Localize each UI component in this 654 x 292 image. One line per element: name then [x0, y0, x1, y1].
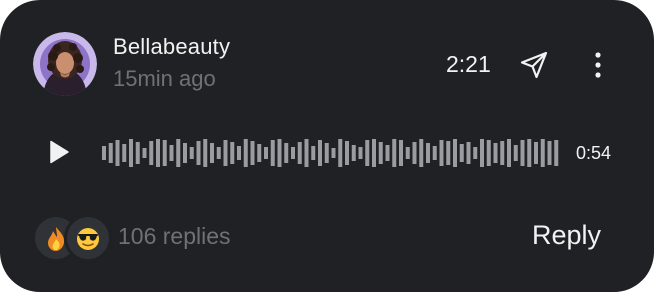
waveform-bar [169, 145, 174, 161]
waveform-bar [378, 142, 383, 164]
play-icon[interactable] [44, 137, 74, 167]
waveform-bar [345, 141, 349, 165]
waveform-bar [324, 143, 329, 163]
replies-count[interactable]: 106 replies [118, 223, 231, 250]
waveform-bar [297, 142, 302, 164]
waveform-bar [453, 139, 457, 167]
waveform-bar [257, 144, 262, 162]
waveform-bar [351, 145, 356, 161]
more-vertical-icon[interactable] [586, 49, 610, 81]
waveform-bar [277, 139, 282, 167]
waveform-bar [466, 142, 471, 164]
waveform-bar [547, 141, 552, 165]
waveform-bar [122, 144, 127, 162]
waveform-bar [500, 141, 505, 165]
waveform-bar [183, 143, 187, 163]
waveform-bar [480, 139, 484, 167]
waveform-bar [399, 140, 403, 166]
waveform-bar [507, 139, 511, 167]
waveform-bar [318, 140, 322, 166]
audio-waveform[interactable] [102, 133, 560, 173]
waveform-bar [432, 146, 437, 160]
message-duration: 2:21 [446, 51, 491, 77]
waveform-bar [554, 140, 559, 166]
waveform-bar [412, 142, 417, 164]
waveform-bar [149, 141, 154, 165]
waveform-bar [493, 143, 498, 163]
waveform-bar [203, 139, 208, 167]
username[interactable]: Bellabeauty [113, 34, 230, 60]
waveform-bar [216, 147, 221, 159]
waveform-bar [426, 143, 430, 163]
waveform-bar [311, 146, 316, 160]
reaction-sunglasses[interactable] [64, 214, 112, 262]
waveform-bar [513, 145, 518, 161]
waveform-bar [230, 142, 235, 164]
waveform-bar [392, 139, 397, 167]
waveform-bar [527, 139, 532, 167]
waveform-bar [102, 146, 106, 160]
waveform-bar [365, 140, 370, 166]
voice-message-card: Bellabeauty 15min ago 2:21 0:54 106 repl… [0, 0, 654, 292]
avatar[interactable] [33, 32, 97, 96]
waveform-bar [405, 147, 410, 159]
waveform-bar [534, 142, 538, 164]
waveform-bar [264, 147, 268, 159]
waveform-bar [223, 140, 228, 166]
sunglasses-emoji-icon [77, 228, 99, 250]
waveform-bar [473, 147, 478, 159]
waveform-bar [237, 146, 241, 160]
waveform-bar [372, 139, 376, 167]
waveform-bar [486, 140, 491, 166]
waveform-bar [189, 147, 194, 159]
waveform-bar [176, 139, 181, 167]
waveform-bar [243, 139, 248, 167]
playback-time: 0:54 [576, 143, 612, 163]
waveform-bar [419, 139, 424, 167]
waveform-bar [210, 143, 214, 163]
waveform-bar [304, 139, 309, 167]
reply-button[interactable]: Reply [532, 220, 601, 251]
waveform-bar [331, 148, 336, 158]
waveform-bar [108, 143, 113, 163]
waveform-bar [439, 140, 444, 166]
waveform-bar [156, 139, 160, 167]
waveform-bar [270, 140, 275, 166]
waveform-bar [250, 141, 255, 165]
waveform-bar [115, 140, 120, 166]
waveform-bar [135, 142, 140, 164]
waveform-bar [162, 140, 167, 166]
waveform-bar [358, 147, 363, 159]
waveform-bar [142, 148, 147, 158]
timestamp: 15min ago [113, 66, 216, 91]
waveform-bar [446, 141, 451, 165]
waveform-bar [129, 139, 133, 167]
waveform-bar [284, 143, 289, 163]
waveform-bar [385, 145, 390, 161]
waveform-bar [459, 144, 464, 162]
waveform-bar [540, 139, 545, 167]
waveform-bar [338, 139, 343, 167]
waveform-bar [196, 141, 201, 165]
waveform-bar [291, 147, 295, 159]
waveform-bar [520, 140, 525, 166]
send-icon[interactable] [519, 50, 549, 80]
